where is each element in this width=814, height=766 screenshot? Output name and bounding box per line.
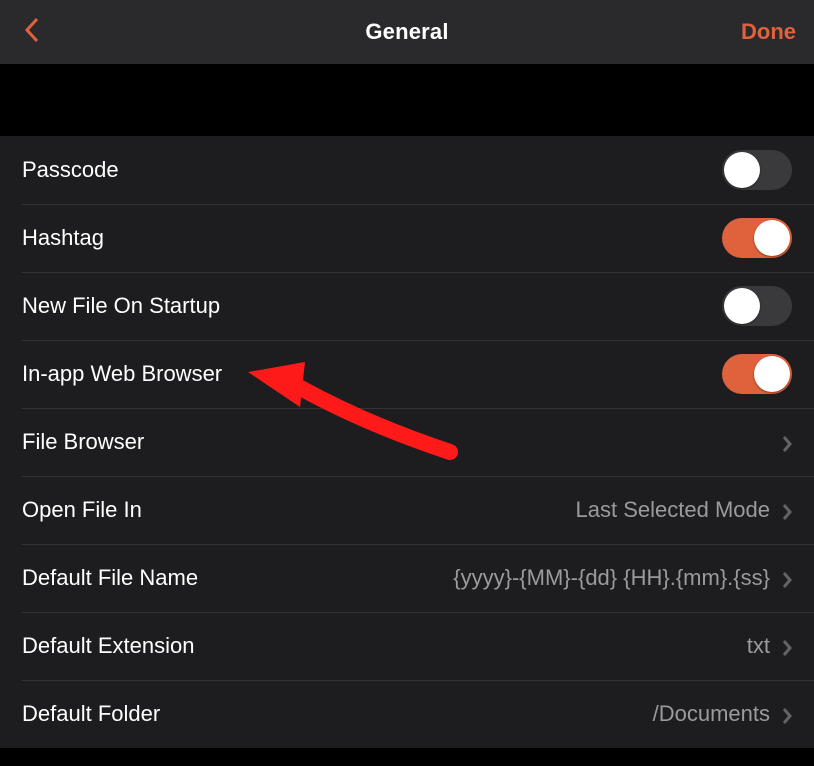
new-file-startup-toggle[interactable] bbox=[722, 286, 792, 326]
section-gap bbox=[0, 64, 814, 136]
chevron-left-icon bbox=[24, 17, 40, 48]
row-default-file-name[interactable]: Default File Name {yyyy}-{MM}-{dd} {HH}.… bbox=[0, 544, 814, 612]
row-value: /Documents bbox=[653, 701, 770, 727]
row-default-folder[interactable]: Default Folder /Documents bbox=[0, 680, 814, 748]
chevron-right-icon bbox=[782, 569, 792, 587]
chevron-right-icon bbox=[782, 501, 792, 519]
row-label: In-app Web Browser bbox=[22, 361, 222, 387]
row-label: Default Folder bbox=[22, 701, 160, 727]
chevron-right-icon bbox=[782, 637, 792, 655]
row-value: {yyyy}-{MM}-{dd} {HH}.{mm}.{ss} bbox=[453, 565, 770, 591]
settings-list: Passcode Hashtag New File On Startup In-… bbox=[0, 136, 814, 748]
hashtag-toggle[interactable] bbox=[722, 218, 792, 258]
row-label: File Browser bbox=[22, 429, 144, 455]
page-title: General bbox=[0, 19, 814, 45]
in-app-browser-toggle[interactable] bbox=[722, 354, 792, 394]
row-label: Passcode bbox=[22, 157, 119, 183]
row-in-app-browser[interactable]: In-app Web Browser bbox=[0, 340, 814, 408]
row-new-file-startup[interactable]: New File On Startup bbox=[0, 272, 814, 340]
row-value: txt bbox=[747, 633, 770, 659]
back-button[interactable] bbox=[18, 18, 46, 46]
row-label: Hashtag bbox=[22, 225, 104, 251]
row-passcode[interactable]: Passcode bbox=[0, 136, 814, 204]
chevron-right-icon bbox=[782, 705, 792, 723]
row-default-extension[interactable]: Default Extension txt bbox=[0, 612, 814, 680]
row-label: Default File Name bbox=[22, 565, 198, 591]
row-label: Open File In bbox=[22, 497, 142, 523]
header-bar: General Done bbox=[0, 0, 814, 64]
row-open-file-in[interactable]: Open File In Last Selected Mode bbox=[0, 476, 814, 544]
done-button[interactable]: Done bbox=[741, 19, 796, 45]
row-label: Default Extension bbox=[22, 633, 194, 659]
chevron-right-icon bbox=[782, 433, 792, 451]
row-value: Last Selected Mode bbox=[576, 497, 770, 523]
passcode-toggle[interactable] bbox=[722, 150, 792, 190]
row-file-browser[interactable]: File Browser bbox=[0, 408, 814, 476]
row-label: New File On Startup bbox=[22, 293, 220, 319]
row-hashtag[interactable]: Hashtag bbox=[0, 204, 814, 272]
